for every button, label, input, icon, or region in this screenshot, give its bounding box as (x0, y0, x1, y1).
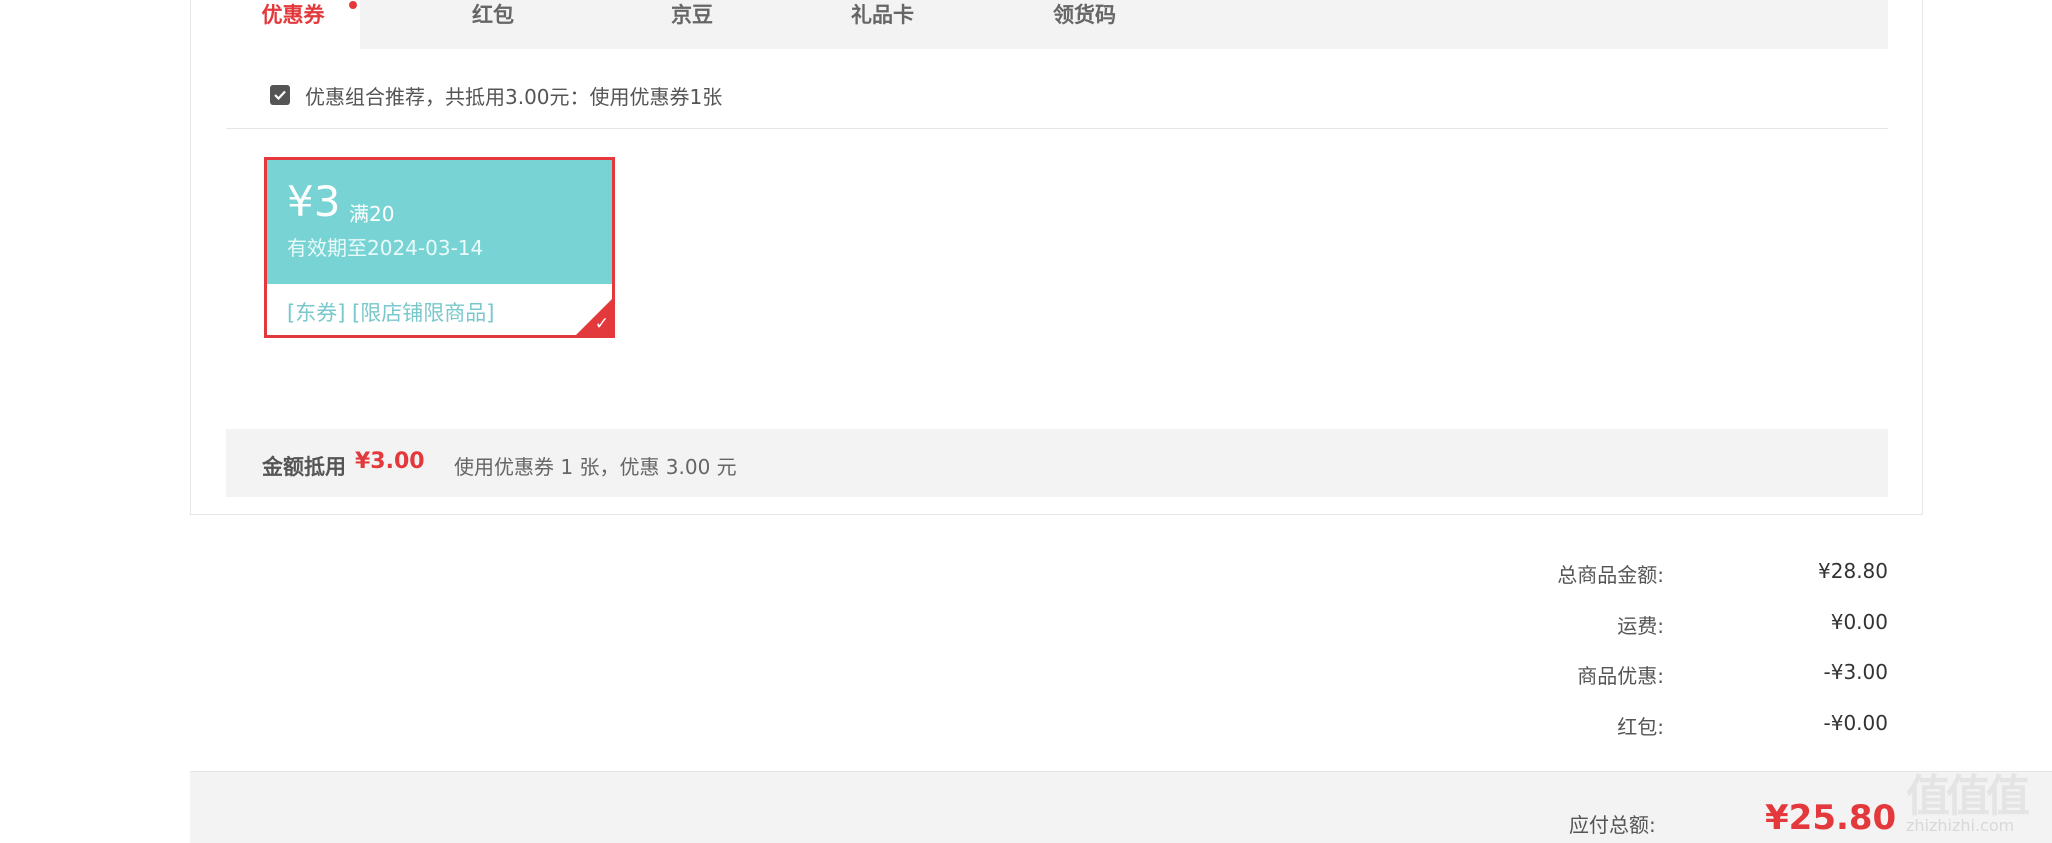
selected-check-icon: ✓ (594, 314, 609, 334)
summary-label: 商品优惠: (1577, 664, 1664, 688)
watermark-logo: 值值值 (1906, 771, 2030, 822)
deduction-bar: 金额抵用 ¥3.00 使用优惠券 1 张，优惠 3.00 元 (226, 429, 1888, 497)
discount-tab-bar: 优惠券 红包 京豆 礼品卡 领货码 (226, 0, 1888, 49)
summary-row-shipping: 运费: ¥0.00 (1480, 610, 1888, 640)
tab-gift-card[interactable]: 礼品卡 (830, 0, 935, 49)
tab-label: 礼品卡 (851, 3, 914, 27)
tab-red-packet[interactable]: 红包 (452, 0, 534, 49)
summary-label: 运费: (1617, 614, 1664, 638)
summary-label: 红包: (1617, 715, 1664, 739)
checkmark-icon (274, 90, 286, 101)
coupon-card[interactable]: ¥3 满20 有效期至2024-03-14 [东券] [限店铺限商品] ✓ (264, 157, 615, 338)
coupon-condition: 满20 (349, 202, 395, 226)
tab-label: 领货码 (1053, 3, 1116, 27)
tab-coupons[interactable]: 优惠券 (226, 0, 360, 49)
summary-value: ¥0.00 (1830, 610, 1888, 634)
coupon-tags: [东券] [限店铺限商品] (287, 301, 495, 325)
coupon-header: ¥3 满20 有效期至2024-03-14 (267, 160, 612, 284)
coupon-amount: ¥3 (287, 177, 341, 226)
tab-label: 京豆 (671, 3, 713, 27)
summary-row-discount: 商品优惠: -¥3.00 (1480, 660, 1888, 690)
tab-pickup-code[interactable]: 领货码 (1032, 0, 1137, 49)
deduction-amount: ¥3.00 (355, 449, 425, 474)
total-bar: 应付总额: ¥25.80 (190, 771, 2052, 843)
combo-checkbox[interactable] (270, 85, 290, 105)
summary-value: -¥0.00 (1823, 711, 1888, 735)
coupon-validity: 有效期至2024-03-14 (287, 236, 484, 260)
total-label: 应付总额: (1569, 813, 1656, 837)
deduction-description: 使用优惠券 1 张，优惠 3.00 元 (454, 455, 737, 479)
tab-label: 优惠券 (261, 3, 325, 27)
summary-row-red-packet: 红包: -¥0.00 (1480, 711, 1888, 741)
divider (226, 128, 1888, 129)
deduction-label: 金额抵用 (262, 455, 346, 479)
summary-value: -¥3.00 (1823, 660, 1888, 684)
summary-value: ¥28.80 (1818, 559, 1888, 583)
summary-label: 总商品金额: (1557, 563, 1664, 587)
combo-text: 优惠组合推荐，共抵用3.00元：使用优惠券1张 (305, 84, 723, 109)
summary-row-goods-total: 总商品金额: ¥28.80 (1480, 559, 1888, 589)
total-value: ¥25.80 (1765, 798, 1897, 838)
combo-recommendation[interactable]: 优惠组合推荐，共抵用3.00元：使用优惠券1张 (270, 82, 723, 109)
watermark-url: zhizhizhi.com (1906, 816, 2015, 835)
watermark: 值值值 zhizhizhi.com (1888, 760, 2052, 843)
tab-jingdou[interactable]: 京豆 (651, 0, 733, 49)
notification-dot-icon (349, 1, 357, 9)
tab-label: 红包 (472, 3, 514, 27)
